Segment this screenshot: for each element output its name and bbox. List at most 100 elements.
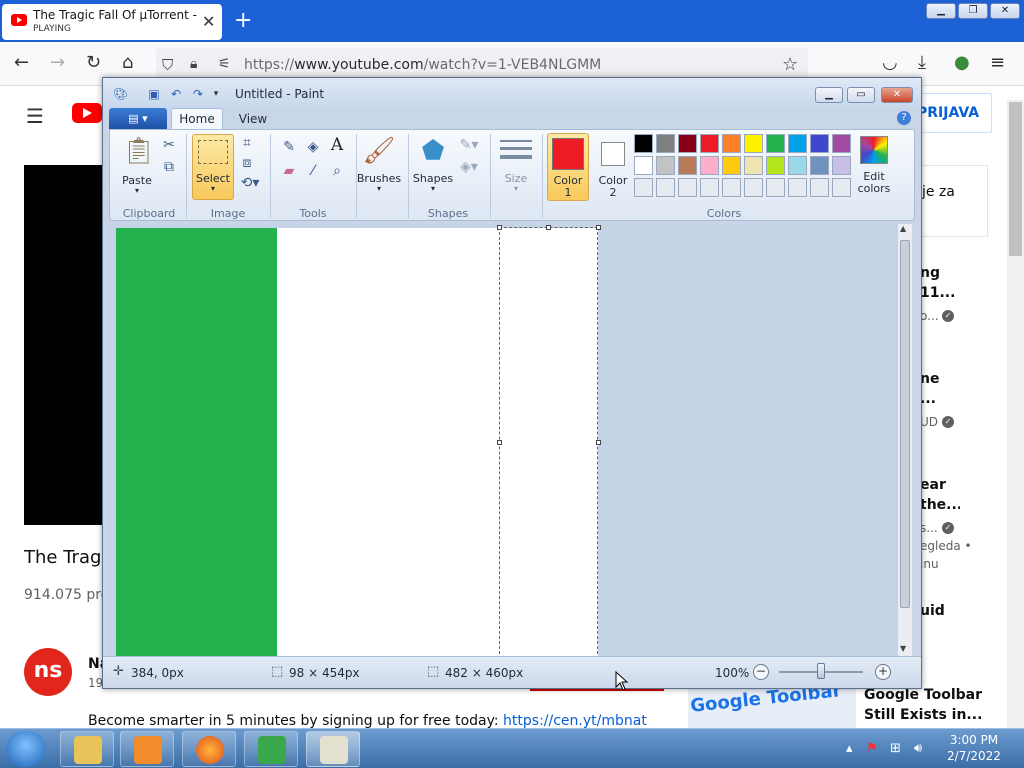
lock-icon[interactable]: 🔒︎ [190, 56, 197, 72]
rec-title-line[interactable]: ear [920, 477, 960, 493]
paste-dropdown-icon[interactable]: ▾ [118, 186, 156, 195]
taskbar-download-manager[interactable] [244, 731, 298, 767]
palette-swatch[interactable] [766, 134, 785, 153]
custom-color-slot[interactable] [832, 178, 851, 197]
info-card[interactable] [918, 165, 988, 237]
palette-swatch[interactable] [700, 134, 719, 153]
palette-swatch[interactable] [788, 156, 807, 175]
palette-swatch[interactable] [788, 134, 807, 153]
color-picker-icon[interactable]: ⁄ [302, 162, 324, 180]
palette-swatch[interactable] [722, 156, 741, 175]
permissions-icon[interactable]: ⚟ [218, 56, 231, 72]
palette-swatch[interactable] [810, 156, 829, 175]
paint-close-button[interactable]: ✕ [881, 87, 913, 103]
palette-swatch[interactable] [678, 134, 697, 153]
new-tab-button[interactable]: + [234, 8, 252, 34]
paint-maximize-button[interactable]: ▭ [847, 87, 875, 103]
taskbar-firefox[interactable] [182, 731, 236, 767]
selection-handle[interactable] [546, 225, 551, 230]
taskbar-media-player[interactable] [120, 731, 174, 767]
custom-color-slot[interactable] [634, 178, 653, 197]
sign-in-button[interactable]: PRIJAVA [916, 93, 992, 133]
color2-button[interactable] [601, 142, 625, 166]
scroll-down-icon[interactable]: ▼ [900, 644, 906, 653]
zoom-out-button[interactable]: − [753, 664, 769, 680]
action-center-icon[interactable]: ⚑ [866, 741, 878, 756]
minimize-button[interactable]: ▁ [926, 3, 956, 19]
palette-swatch[interactable] [810, 134, 829, 153]
paint-minimize-button[interactable]: ▁ [815, 87, 843, 103]
downloads-icon[interactable]: ⤓ [918, 53, 926, 73]
selection-box[interactable] [499, 227, 598, 659]
scroll-up-icon[interactable]: ▲ [900, 224, 906, 233]
browser-tab[interactable]: The Tragic Fall Of µTorrent - YouTube PL… [2, 4, 222, 40]
custom-color-slot[interactable] [810, 178, 829, 197]
pocket-icon[interactable]: ◡ [882, 53, 898, 73]
custom-color-slot[interactable] [656, 178, 675, 197]
fill-icon[interactable]: ◈▾ [458, 158, 480, 176]
custom-color-slot[interactable] [766, 178, 785, 197]
crop-icon[interactable]: ⌗ [238, 134, 256, 152]
bookmark-star-icon[interactable]: ☆ [782, 54, 798, 75]
selection-handle[interactable] [596, 440, 601, 445]
palette-swatch[interactable] [700, 156, 719, 175]
canvas-scrollbar-thumb[interactable] [900, 240, 910, 608]
start-button[interactable] [6, 731, 46, 767]
tab-close-icon[interactable]: ✕ [202, 12, 215, 31]
palette-swatch[interactable] [766, 156, 785, 175]
guide-menu-icon[interactable]: ☰ [26, 104, 44, 128]
palette-swatch[interactable] [656, 134, 675, 153]
help-icon[interactable]: ? [897, 111, 911, 125]
outline-icon[interactable]: ✎▾ [458, 136, 480, 154]
paint-file-menu-button[interactable]: ▤ ▾ [109, 108, 167, 130]
custom-color-slot[interactable] [788, 178, 807, 197]
menu-hamburger-icon[interactable]: ≡ [990, 53, 1005, 73]
custom-color-slot[interactable] [678, 178, 697, 197]
extension-icon[interactable]: ● [954, 53, 970, 73]
zoom-in-button[interactable]: + [875, 664, 891, 680]
zoom-slider-thumb[interactable] [817, 663, 825, 679]
description-link[interactable]: https://cen.yt/mbnationsquid [503, 713, 648, 729]
eraser-icon[interactable]: ▰ [278, 162, 300, 180]
rec-title-line[interactable]: ng [920, 265, 960, 281]
palette-swatch[interactable] [722, 134, 741, 153]
channel-avatar[interactable]: ns [24, 648, 72, 696]
pencil-icon[interactable]: ✎ [278, 138, 300, 156]
palette-swatch[interactable] [678, 156, 697, 175]
taskbar-paint[interactable] [306, 731, 360, 767]
selection-handle[interactable] [596, 225, 601, 230]
video-player[interactable] [24, 165, 106, 525]
close-window-button[interactable]: ✕ [990, 3, 1020, 19]
reload-icon[interactable]: ↻ [86, 53, 101, 73]
resize-icon[interactable]: ⧈ [238, 154, 256, 172]
copy-icon[interactable]: ⧉ [160, 158, 178, 176]
taskbar-explorer[interactable] [60, 731, 114, 767]
back-arrow-icon[interactable]: ← [14, 53, 29, 73]
clipboard-icon[interactable]: 📋︎ [122, 134, 155, 168]
palette-swatch[interactable] [832, 134, 851, 153]
rec-title-line[interactable]: ... [920, 391, 960, 407]
magnifier-icon[interactable]: ⌕ [326, 162, 348, 180]
rec-title-line[interactable]: ne [920, 371, 960, 387]
rotate-icon[interactable]: ⟲▾ [238, 174, 262, 192]
tray-expand-icon[interactable]: ▴ [846, 741, 853, 756]
rec-title-line[interactable]: 11... [920, 285, 960, 301]
url-text[interactable]: https://www.youtube.com/watch?v=1-VEB4NL… [244, 57, 601, 73]
save-icon[interactable]: ▣ [147, 87, 161, 101]
maximize-button[interactable]: ❐ [958, 3, 988, 19]
shapes-icon[interactable]: ⬟ [416, 134, 450, 168]
palette-swatch[interactable] [744, 134, 763, 153]
palette-swatch[interactable] [656, 156, 675, 175]
home-icon[interactable]: ⌂ [122, 53, 133, 73]
rec-title-line[interactable]: uid [920, 603, 960, 619]
brushes-icon[interactable]: 🖌︎ [362, 134, 396, 168]
select-dropdown-icon[interactable]: ▾ [192, 184, 234, 193]
forward-arrow-icon[interactable]: → [50, 53, 65, 73]
text-tool-icon[interactable]: A [326, 136, 348, 154]
paint-titlebar[interactable]: 🎨︎ ▣ ↶ ↷ ▾ Untitled - Paint ▁ ▭ ✕ [103, 78, 921, 108]
volume-icon[interactable]: 🔊︎ [914, 741, 922, 756]
clock-time[interactable]: 3:00 PM [938, 733, 1010, 747]
network-icon[interactable]: ⊞ [890, 741, 901, 756]
tab-view[interactable]: View [233, 108, 273, 130]
palette-swatch[interactable] [634, 156, 653, 175]
